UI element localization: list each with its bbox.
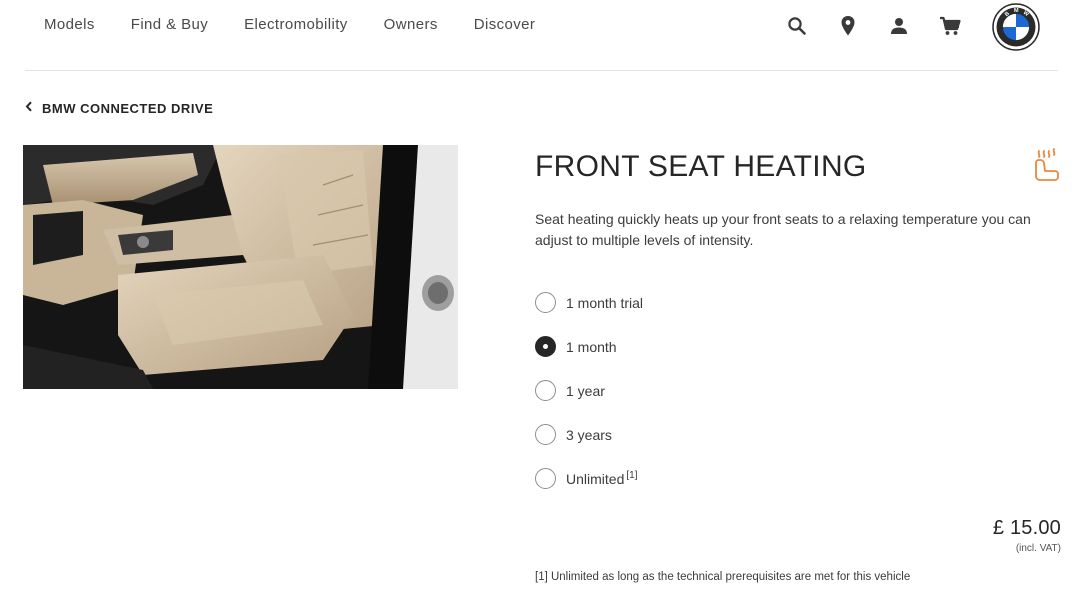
option-label: 1 month [566, 338, 617, 355]
nav-link-electromobility[interactable]: Electromobility [244, 16, 348, 34]
nav-icon-group [785, 14, 989, 38]
nav-link-owners[interactable]: Owners [384, 16, 438, 34]
chevron-left-icon [25, 99, 33, 117]
breadcrumb-back-link[interactable]: BMW CONNECTED DRIVE [25, 99, 213, 117]
search-icon[interactable] [785, 14, 809, 38]
front-seat-interior-photo [23, 145, 458, 389]
footnote: [1] Unlimited as long as the technical p… [535, 571, 911, 583]
breadcrumb-label: BMW CONNECTED DRIVE [42, 100, 214, 116]
product-description: Seat heating quickly heats up your front… [535, 211, 1031, 248]
main-nav: Models Find & Buy Electromobility Owners… [44, 16, 571, 34]
option-1-month[interactable]: 1 month [535, 336, 617, 357]
vat-note: (incl. VAT) [1015, 543, 1061, 554]
option-label: 3 years [566, 426, 612, 443]
footnote-marker: [1] [626, 470, 638, 481]
user-icon[interactable] [887, 14, 911, 38]
radio-1-month-trial[interactable] [535, 292, 556, 313]
option-1-year[interactable]: 1 year [535, 380, 605, 401]
nav-link-models[interactable]: Models [44, 16, 95, 34]
option-label: 1 month trial [566, 294, 644, 311]
option-label: Unlimited [1] [566, 470, 637, 487]
price: £ 15.00 [992, 517, 1061, 539]
option-3-years[interactable]: 3 years [535, 424, 612, 445]
option-label: 1 year [566, 382, 605, 399]
svg-text:M: M [1014, 8, 1019, 14]
cart-icon[interactable] [938, 14, 962, 38]
radio-1-year[interactable] [535, 380, 556, 401]
product-title: FRONT SEAT HEATING [535, 150, 867, 183]
nav-link-discover[interactable]: Discover [474, 16, 536, 34]
nav-divider [25, 70, 1058, 71]
option-1-month-trial[interactable]: 1 month trial [535, 292, 643, 313]
radio-unlimited[interactable] [535, 468, 556, 489]
option-unlimited[interactable]: Unlimited [1] [535, 468, 637, 489]
option-label-text: Unlimited [566, 471, 625, 487]
radio-1-month[interactable] [535, 336, 556, 357]
location-pin-icon[interactable] [836, 14, 860, 38]
nav-link-find-buy[interactable]: Find & Buy [131, 16, 208, 34]
bmw-logo[interactable]: B M W [992, 3, 1040, 51]
top-navigation: Models Find & Buy Electromobility Owners… [0, 0, 1080, 71]
radio-3-years[interactable] [535, 424, 556, 445]
seat-heating-icon [1030, 147, 1060, 183]
